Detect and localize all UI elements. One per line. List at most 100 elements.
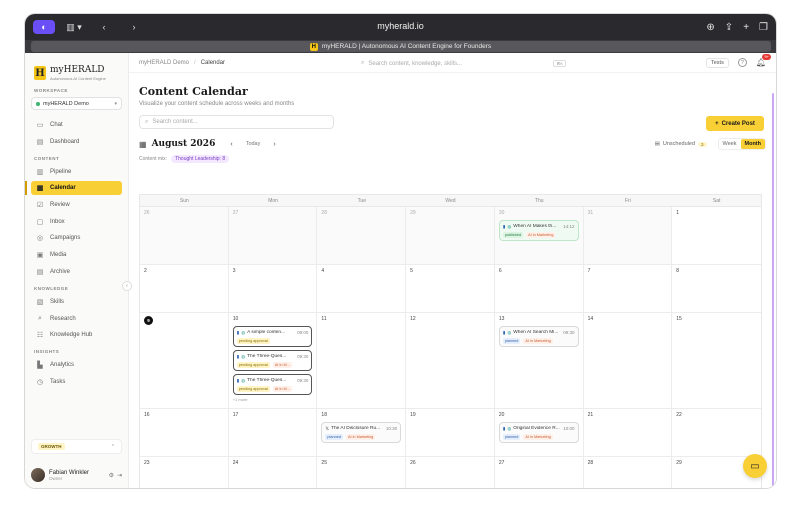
calendar-day[interactable]: 14 — [584, 313, 673, 408]
sidebar-item-media[interactable]: ▣ Media — [31, 248, 122, 262]
sidebar-item-label: Inbox — [50, 218, 65, 225]
calendar-day[interactable]: 30 ▮ ◍ When AI Makes th... 14:12 published AI … — [494, 207, 584, 264]
post-card[interactable]: ▮ ◍ The Three-Ques... 09:30 pending approval… — [232, 350, 313, 371]
weekday-label: Sun — [179, 198, 189, 204]
campaigns-icon: ◎ — [36, 235, 44, 243]
next-month-button[interactable]: › — [273, 141, 275, 148]
calendar-day[interactable]: 5 — [406, 265, 495, 312]
calendar-day[interactable]: 19 — [406, 409, 495, 456]
post-card[interactable]: ▮ ◍ When AI Makes th... 14:12 published AI in… — [498, 220, 579, 241]
content-search-input[interactable]: Search content... — [152, 119, 197, 125]
create-post-button[interactable]: + Create Post — [706, 116, 764, 131]
logo[interactable]: H myHERALD Autonomous AI Content Engine — [34, 65, 122, 81]
calendar-day[interactable]: 22 — [672, 409, 761, 456]
calendar-day[interactable]: 18 𝕏 The AI Disclosure Ru... 10:30 planned AI… — [317, 409, 407, 456]
global-search-input[interactable]: Search content, knowledge, skills... — [368, 61, 462, 67]
content-mix-pill[interactable]: Thought Leadership: 8 — [171, 155, 230, 163]
calendar-day[interactable]: 15 — [672, 313, 761, 408]
sidebar-item-inbox[interactable]: ▢ Inbox — [31, 215, 122, 229]
prev-month-button[interactable]: ‹ — [230, 141, 232, 148]
sidebar-item-dashboard[interactable]: ▤ Dashboard — [31, 135, 122, 149]
sidebar-item-research[interactable]: ⌕ Research — [31, 312, 122, 326]
calendar-day[interactable]: 4 — [317, 265, 407, 312]
post-card[interactable]: ▮ ◍ The Three-Ques... 09:30 pending approval… — [232, 374, 313, 395]
analytics-icon: ▙ — [37, 362, 43, 370]
weekday-label: Fri — [625, 198, 631, 204]
month-view-button[interactable]: Month — [740, 139, 765, 149]
calendar-day[interactable]: 23 — [140, 457, 229, 488]
bell-icon[interactable]: 🔔︎ 9+ — [756, 54, 771, 67]
calendar-day[interactable]: 29 — [406, 207, 495, 264]
post-card[interactable]: 𝕏 The AI Disclosure Ru... 10:30 planned AI i… — [321, 422, 402, 443]
post-time: 10:30 — [385, 426, 398, 431]
day-number: 12 — [410, 316, 416, 322]
post-card[interactable]: ▮ ◍ When AI Search Mi... 09:30 planned AI in … — [498, 326, 579, 347]
today-button[interactable]: Today — [246, 141, 261, 147]
calendar-day[interactable]: 28 — [317, 207, 407, 264]
calendar-day[interactable]: 25 — [317, 457, 407, 488]
calendar-day[interactable]: 9 — [140, 313, 229, 408]
calendar-day[interactable]: 13 ▮ ◍ When AI Search Mi... 09:30 planned AI i… — [495, 313, 584, 408]
sidebar-item-knowledge-hub[interactable]: ☷ Knowledge Hub — [31, 328, 122, 342]
calendar-day[interactable]: 7 — [584, 265, 673, 312]
calendar-day[interactable]: 17 — [229, 409, 318, 456]
calendar-day[interactable]: 21 — [584, 409, 673, 456]
content-search[interactable]: ⌕ Search content... — [139, 115, 334, 129]
avatar — [31, 468, 45, 482]
calendar-day[interactable]: 20 ▮ ◍ Original Evidence R... 10:00 planned AI… — [495, 409, 584, 456]
sidebar-item-calendar[interactable]: ▦ Calendar — [25, 181, 122, 196]
workspace-selector[interactable]: myHERALD Demo ▾ — [31, 97, 122, 110]
calendar-day[interactable]: 28 — [584, 457, 673, 488]
calendar-day[interactable]: 11 — [317, 313, 407, 408]
media-icon: ▣ — [36, 252, 44, 260]
linkedin-icon: ▮ — [236, 329, 240, 335]
sidebar-item-archive[interactable]: ▤ Archive — [31, 265, 122, 279]
help-icon[interactable]: ? — [737, 58, 747, 67]
breadcrumb-root[interactable]: myHERALD Demo — [139, 60, 189, 66]
post-card[interactable]: ▮ ◍ A simple conten... 09:00 pending approva… — [232, 326, 313, 347]
knowledge-section-label: KNOWLEDGE — [34, 285, 69, 291]
sidebar-item-review[interactable]: ☑ Review — [31, 198, 122, 212]
calendar-day[interactable]: 31 — [583, 207, 673, 264]
plan-selector[interactable]: GROWTH ⌃ — [31, 439, 122, 454]
day-number: 31 — [587, 210, 594, 216]
calendar-day[interactable]: 27 — [495, 457, 584, 488]
post-title: The AI Disclosure Ru... — [331, 426, 381, 431]
sidebar-item-analytics[interactable]: ▙ Analytics — [31, 358, 122, 372]
logout-icon[interactable]: ⇥ — [117, 472, 122, 479]
calendar-day[interactable]: 12 — [406, 313, 495, 408]
sidebar-item-campaigns[interactable]: ◎ Campaigns — [31, 231, 122, 245]
user-card[interactable]: Fabian Winkler Owner ⚙ ⇥ — [31, 468, 122, 482]
sidebar-item-pipeline[interactable]: ▥ Pipeline — [31, 165, 122, 179]
sidebar-item-chat[interactable]: ▭ Chat — [31, 118, 122, 132]
scrollbar[interactable] — [772, 93, 774, 488]
calendar-day[interactable]: 3 — [229, 265, 318, 312]
calendar-day[interactable]: 6 — [495, 265, 584, 312]
calendar-day[interactable]: 10 ▮ ◍ A simple conten... 09:00 pending appro… — [229, 313, 318, 408]
tests-button[interactable]: Tests — [706, 57, 729, 68]
sidebar-item-skills[interactable]: ▧ Skills — [31, 295, 122, 309]
unscheduled-button[interactable]: ▤ Unscheduled 3 — [655, 141, 707, 147]
sidebar-item-tasks[interactable]: ◷ Tasks — [31, 375, 122, 389]
post-card[interactable]: ▮ ◍ Original Evidence R... 10:00 planned AI i… — [498, 422, 579, 443]
calendar-day[interactable]: 8 — [672, 265, 761, 312]
status-badge: pending approval — [236, 362, 270, 368]
address-bar[interactable]: myherald.io — [25, 21, 776, 31]
calendar-day[interactable]: 2 — [140, 265, 229, 312]
more-posts-link[interactable]: +1 more — [233, 397, 313, 402]
global-search[interactable]: ⌕ Search content, knowledge, skills... ⌘… — [361, 58, 566, 69]
calendar-day[interactable]: 26 — [140, 207, 229, 264]
week-view-button[interactable]: Week — [719, 139, 741, 149]
collapse-sidebar-button[interactable]: ‹ — [122, 281, 132, 291]
calendar-day[interactable]: 26 — [406, 457, 495, 488]
calendar-day[interactable]: 27 — [228, 207, 318, 264]
calendar-day[interactable]: 1 — [672, 207, 761, 264]
page-subtitle: Visualize your content schedule across w… — [139, 101, 295, 107]
calendar-day[interactable]: 16 — [140, 409, 229, 456]
calendar-day[interactable]: 24 — [229, 457, 318, 488]
post-tags: planned AI in Marketing — [325, 434, 397, 440]
chat-fab-button[interactable]: ▭ — [743, 454, 767, 478]
plus-icon: + — [715, 120, 719, 127]
active-tab[interactable]: H myHERALD | Autonomous AI Content Engin… — [30, 41, 771, 52]
settings-icon[interactable]: ⚙ — [109, 472, 114, 479]
